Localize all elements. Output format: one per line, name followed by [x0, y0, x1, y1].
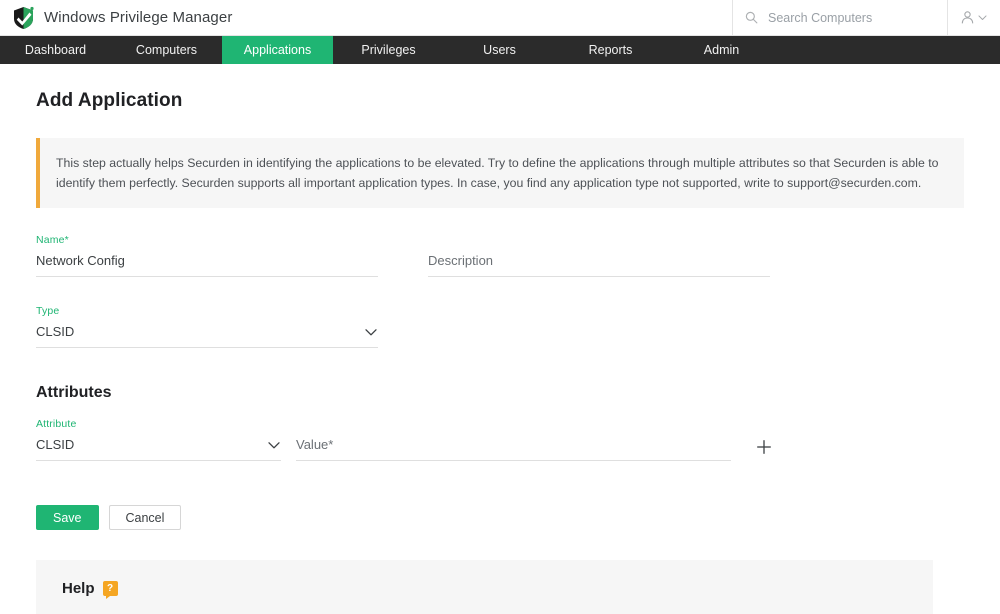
help-title: Help: [62, 580, 95, 597]
attribute-row: Attribute CLSID Value*: [36, 418, 1000, 461]
nav-label: Computers: [135, 43, 198, 57]
nav-item-applications[interactable]: Applications: [222, 36, 333, 64]
page-title: Add Application: [36, 90, 183, 111]
name-input[interactable]: Network Config: [36, 253, 378, 277]
nav-item-admin[interactable]: Admin: [666, 36, 777, 64]
nav-label: Applications: [243, 43, 312, 57]
nav-item-dashboard[interactable]: Dashboard: [0, 36, 111, 64]
plus-icon: [757, 440, 771, 454]
info-banner: This step actually helps Securden in ide…: [36, 138, 964, 208]
brand-title: Windows Privilege Manager: [44, 9, 233, 26]
question-mark-icon: ?: [102, 581, 118, 599]
nav-label: Privileges: [361, 43, 416, 57]
search-input[interactable]: [766, 9, 933, 26]
user-menu-button[interactable]: [947, 0, 1000, 36]
attribute-value-placeholder: Value*: [296, 437, 334, 452]
add-attribute-button[interactable]: [753, 436, 775, 458]
attribute-value-field: Value*: [296, 418, 731, 461]
attribute-value: CLSID: [36, 437, 75, 452]
name-value: Network Config: [36, 253, 125, 268]
description-placeholder: Description: [428, 253, 494, 268]
shield-check-icon: [14, 6, 34, 29]
help-panel: Help ? If you select the attribute 'File…: [36, 560, 933, 614]
nav-label: Reports: [588, 43, 633, 57]
nav-item-reports[interactable]: Reports: [555, 36, 666, 64]
search-icon: [745, 11, 758, 24]
app-header: Windows Privilege Manager: [0, 0, 1000, 36]
page-content: Add Application This step actually helps…: [0, 90, 1000, 614]
attributes-section-title: Attributes: [36, 384, 112, 401]
chevron-down-icon: [365, 329, 377, 336]
type-field: Type CLSID: [36, 305, 378, 348]
nav-item-privileges[interactable]: Privileges: [333, 36, 444, 64]
help-list: If you select the attribute 'File Hash V…: [62, 610, 909, 614]
nav-item-users[interactable]: Users: [444, 36, 555, 64]
help-list-item: If you select the attribute 'File Hash V…: [84, 610, 909, 614]
main-navigation: Dashboard Computers Applications Privile…: [0, 36, 1000, 64]
nav-label: Dashboard: [24, 43, 87, 57]
attribute-value-label: [296, 418, 731, 430]
info-banner-text: This step actually helps Securden in ide…: [56, 156, 939, 190]
type-value: CLSID: [36, 324, 75, 339]
nav-label: Admin: [703, 43, 740, 57]
application-form: Name* Network Config Description Type CL…: [36, 234, 1000, 530]
cancel-button[interactable]: Cancel: [108, 505, 182, 530]
name-label: Name*: [36, 234, 69, 246]
name-field: Name* Network Config: [36, 234, 378, 277]
attribute-value-input[interactable]: Value*: [296, 437, 731, 461]
help-header: Help ?: [62, 580, 909, 599]
header-right: [732, 0, 1000, 36]
description-input[interactable]: Description: [428, 253, 770, 277]
name-description-row: Name* Network Config Description: [36, 234, 1000, 277]
nav-label: Users: [483, 43, 516, 57]
attribute-select[interactable]: CLSID: [36, 437, 281, 461]
type-select[interactable]: CLSID: [36, 324, 378, 348]
brand: Windows Privilege Manager: [0, 6, 232, 30]
save-button[interactable]: Save: [36, 505, 99, 530]
search-box[interactable]: [732, 0, 947, 36]
type-label: Type: [36, 305, 60, 317]
chevron-down-icon: [268, 442, 280, 449]
form-actions: Save Cancel: [36, 505, 1000, 530]
nav-item-computers[interactable]: Computers: [111, 36, 222, 64]
description-label: [428, 234, 770, 246]
attribute-label: Attribute: [36, 418, 77, 430]
user-icon: [961, 11, 974, 24]
description-field: Description: [428, 234, 770, 277]
attribute-field: Attribute CLSID: [36, 418, 281, 461]
chevron-down-icon: [978, 15, 987, 20]
